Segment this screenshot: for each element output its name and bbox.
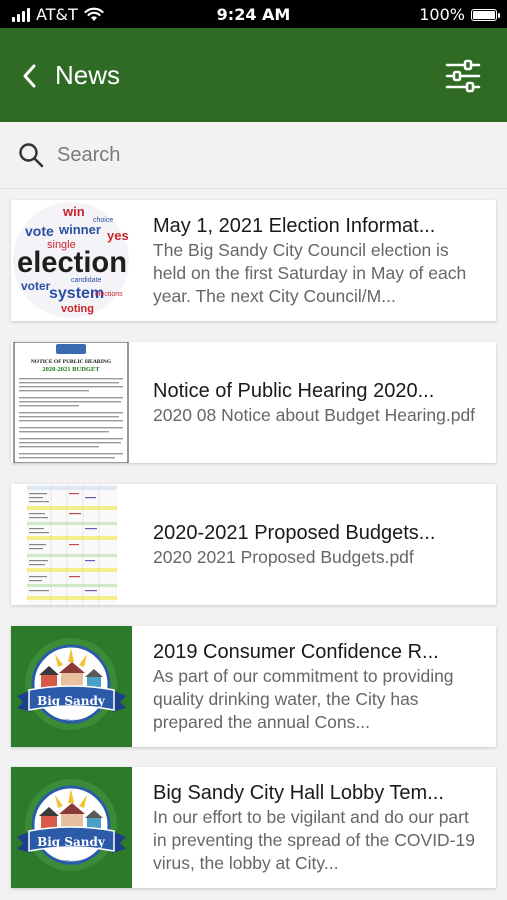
cloud-word: elections [95,291,123,298]
news-item-title: 2020-2021 Proposed Budgets... [153,522,436,544]
news-item-text: 2020-2021 Proposed Budgets... 2020 2021 … [153,484,484,605]
big-sandy-logo-image: Big Sandy TEXAS [11,767,132,888]
chevron-left-icon [23,64,36,88]
notice-document-image: NOTICE OF PUBLIC HEARING 2020-2021 BUDGE… [11,342,132,463]
news-item-consumer-confidence[interactable]: Big Sandy TEXAS 2019 Consumer Confidence… [11,626,496,747]
notice-thumbnail: NOTICE OF PUBLIC HEARING 2020-2021 BUDGE… [11,342,132,463]
battery-icon [471,8,500,21]
status-right: 100% [419,5,500,24]
big-sandy-logo-thumbnail: Big Sandy TEXAS [11,767,132,888]
news-item-description: 2020 08 Notice about Budget Hearing.pdf [153,405,476,425]
news-item-city-hall-lobby[interactable]: Big Sandy TEXAS Big Sandy City Hall Lobb… [11,767,496,888]
election-thumbnail: win choice vote winner yes single electi… [11,200,132,321]
search-input[interactable] [57,140,477,170]
election-word-cloud-image: win choice vote winner yes single electi… [11,200,132,321]
news-item-title: Big Sandy City Hall Lobby Tem... [153,782,444,804]
cloud-word: win [62,204,85,219]
back-button[interactable] [14,58,44,94]
search-icon [19,143,44,168]
news-item-title: 2019 Consumer Confidence R... [153,641,439,663]
cloud-word: vote [25,223,54,239]
cloud-word: winner [58,222,101,237]
news-item-title: May 1, 2021 Election Informat... [153,215,436,237]
news-item-title: Notice of Public Hearing 2020... [153,380,435,402]
app-header: News [0,28,507,122]
news-item-description: 2020 2021 Proposed Budgets.pdf [153,547,414,567]
cloud-word: yes [107,228,129,243]
notice-heading: NOTICE OF PUBLIC HEARING [31,359,112,365]
filter-button[interactable] [443,56,483,96]
news-item-description: The Big Sandy City Council election is h… [153,240,467,306]
logo-text: Big Sandy [37,835,106,849]
news-item-proposed-budgets[interactable]: 2020-2021 Proposed Budgets... 2020 2021 … [11,484,496,605]
page-title: News [55,60,121,90]
logo-text: Big Sandy [37,694,106,708]
news-item-text: Notice of Public Hearing 2020... 2020 08… [153,342,484,463]
cloud-word: election [17,246,127,279]
cloud-word: voting [61,303,94,315]
news-item-public-hearing[interactable]: NOTICE OF PUBLIC HEARING 2020-2021 BUDGE… [11,342,496,463]
cloud-word: voter [21,279,51,293]
logo-subtext: TEXAS [61,720,81,726]
status-bar: AT&T 9:24 AM 100% [0,0,507,28]
spreadsheet-thumbnail [11,484,132,605]
big-sandy-logo-image: Big Sandy TEXAS [11,626,132,747]
news-item-text: Big Sandy City Hall Lobby Tem... In our … [153,767,484,888]
news-item-description: As part of our commitment to providing q… [153,666,454,732]
battery-percent: 100% [419,5,465,24]
logo-subtext: TEXAS [61,861,81,867]
news-item-description: In our effort to be vigilant and do our … [153,807,475,873]
big-sandy-logo-thumbnail: Big Sandy TEXAS [11,626,132,747]
search-bar [0,122,507,189]
news-item-text: 2019 Consumer Confidence R... As part of… [153,626,484,747]
news-item-election[interactable]: win choice vote winner yes single electi… [11,200,496,321]
sliders-icon [445,59,481,93]
notice-subheading: 2020-2021 BUDGET [42,366,100,373]
cloud-word: candidate [71,277,101,284]
news-item-text: May 1, 2021 Election Informat... The Big… [153,200,484,321]
spreadsheet-document-image [11,484,132,605]
